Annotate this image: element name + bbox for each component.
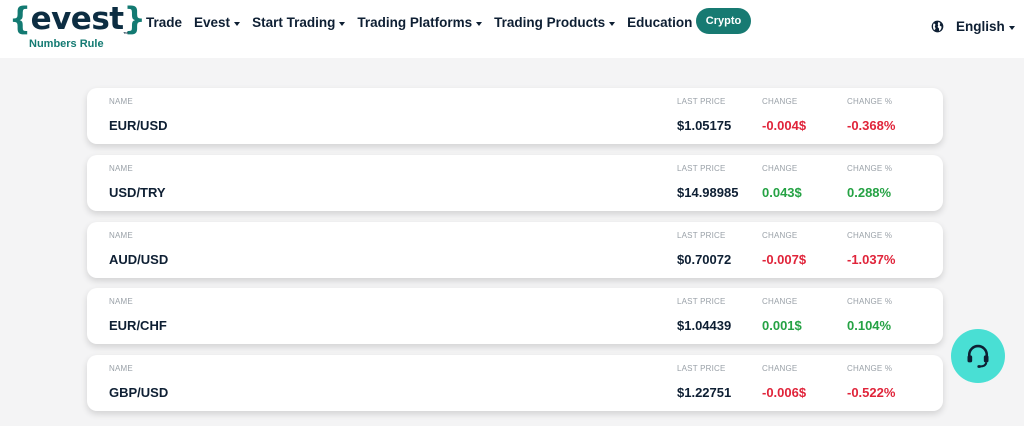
nav-item-evest[interactable]: Evest — [194, 15, 241, 30]
last-price: $1.22751 — [677, 385, 732, 400]
change-value: -0.007$ — [762, 252, 807, 267]
change-percent-header: CHANGE % — [847, 164, 893, 173]
change-value: -0.006$ — [762, 385, 807, 400]
crypto-button[interactable]: Crypto — [696, 8, 751, 34]
change-header: CHANGE — [762, 297, 798, 306]
chevron-down-icon — [609, 21, 616, 26]
support-chat-button[interactable] — [951, 329, 1005, 383]
last-price-header: LAST PRICE — [677, 164, 726, 173]
currency-row-eur-usd[interactable]: NAME LAST PRICE CHANGE CHANGE % EUR/USD … — [87, 88, 943, 144]
change-header: CHANGE — [762, 164, 798, 173]
instrument-name: AUD/USD — [109, 252, 169, 267]
currency-row-aud-usd[interactable]: NAME LAST PRICE CHANGE CHANGE % AUD/USD … — [87, 222, 943, 278]
trademark-mark: ™ — [123, 32, 129, 38]
last-price-header: LAST PRICE — [677, 231, 726, 240]
name-header: NAME — [109, 231, 133, 240]
change-percent-header: CHANGE % — [847, 297, 893, 306]
site-header: {evest} ™ Numbers Rule Trade Evest Start… — [0, 0, 1024, 58]
last-price: $14.98985 — [677, 185, 739, 200]
headset-icon — [967, 344, 989, 368]
change-percent-header: CHANGE % — [847, 97, 893, 106]
chevron-down-icon — [339, 21, 346, 26]
instrument-name: USD/TRY — [109, 185, 166, 200]
change-percent-header: CHANGE % — [847, 231, 893, 240]
name-header: NAME — [109, 297, 133, 306]
change-value: 0.043$ — [762, 185, 802, 200]
nav-item-start-trading[interactable]: Start Trading — [252, 15, 346, 30]
last-price: $0.70072 — [677, 252, 732, 267]
currency-row-gbp-usd[interactable]: NAME LAST PRICE CHANGE CHANGE % GBP/USD … — [87, 355, 943, 411]
evest-logo[interactable]: {evest} ™ Numbers Rule — [9, 1, 146, 54]
change-header: CHANGE — [762, 231, 798, 240]
currency-row-eur-chf[interactable]: NAME LAST PRICE CHANGE CHANGE % EUR/CHF … — [87, 288, 943, 344]
nav-item-trade[interactable]: Trade — [146, 15, 182, 30]
language-label: English — [956, 19, 1005, 34]
instrument-name: EUR/CHF — [109, 318, 167, 333]
change-percent: 0.288% — [847, 185, 892, 200]
last-price-header: LAST PRICE — [677, 97, 726, 106]
nav-item-trading-products[interactable]: Trading Products — [494, 15, 616, 30]
chevron-down-icon — [476, 21, 483, 26]
main-nav: Trade Evest Start Trading Trading Platfo… — [146, 12, 714, 32]
change-percent: -0.368% — [847, 118, 896, 133]
chevron-down-icon — [234, 21, 241, 26]
chevron-down-icon — [1008, 26, 1015, 30]
instrument-name: EUR/USD — [109, 118, 168, 133]
change-percent: -1.037% — [847, 252, 896, 267]
change-value: -0.004$ — [762, 118, 807, 133]
globe-icon — [931, 20, 944, 33]
last-price: $1.05175 — [677, 118, 732, 133]
language-selector[interactable]: English — [931, 19, 1015, 34]
instrument-name: GBP/USD — [109, 385, 169, 400]
currency-row-usd-try[interactable]: NAME LAST PRICE CHANGE CHANGE % USD/TRY … — [87, 155, 943, 211]
name-header: NAME — [109, 364, 133, 373]
last-price: $1.04439 — [677, 318, 732, 333]
nav-item-education[interactable]: Education — [627, 15, 703, 30]
change-header: CHANGE — [762, 364, 798, 373]
logo-tagline: Numbers Rule — [29, 38, 104, 50]
change-percent: 0.104% — [847, 318, 892, 333]
name-header: NAME — [109, 97, 133, 106]
change-percent: -0.522% — [847, 385, 896, 400]
change-value: 0.001$ — [762, 318, 802, 333]
change-header: CHANGE — [762, 97, 798, 106]
last-price-header: LAST PRICE — [677, 297, 726, 306]
nav-item-trading-platforms[interactable]: Trading Platforms — [357, 15, 483, 30]
change-percent-header: CHANGE % — [847, 364, 893, 373]
name-header: NAME — [109, 164, 133, 173]
last-price-header: LAST PRICE — [677, 364, 726, 373]
